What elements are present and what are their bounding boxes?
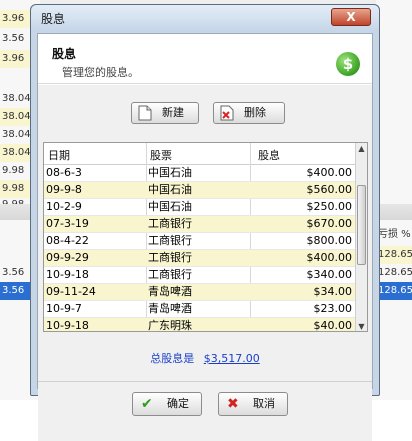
- cell-stock: 工商银行: [148, 268, 192, 281]
- cancel-button-label: 取消: [253, 397, 275, 410]
- cancel-button[interactable]: ✖ 取消: [218, 392, 288, 416]
- cell-dividend: $40.00: [313, 319, 353, 332]
- cell-date: 09-9-29: [46, 251, 89, 264]
- cell-dividend: $34.00: [313, 285, 353, 298]
- table-row[interactable]: 08-6-3 中国石油 $400.00: [44, 165, 357, 182]
- total-value-link[interactable]: $3,517.00: [204, 352, 260, 365]
- cancel-x-icon: ✖: [227, 396, 239, 412]
- dialog-title: 股息: [41, 12, 66, 26]
- cell-date: 09-9-8: [46, 183, 82, 196]
- cell-dividend: $670.00: [306, 217, 353, 230]
- column-header-dividend[interactable]: 股息: [258, 147, 280, 163]
- delete-button-label: 删除: [244, 106, 266, 119]
- new-document-icon: [138, 105, 152, 121]
- table-row[interactable]: 10-2-9 中国石油 $250.00: [44, 199, 357, 216]
- column-header-stock[interactable]: 股票: [150, 147, 172, 163]
- cell-date: 10-2-9: [46, 200, 82, 213]
- bg-header-cell: 亏损 %: [378, 229, 411, 240]
- header-title: 股息: [52, 47, 77, 61]
- cell-dividend: $23.00: [313, 302, 353, 315]
- total-dividend: 总股息是 $3,517.00: [38, 350, 372, 366]
- new-button-label: 新建: [162, 106, 184, 119]
- cell-date: 07-3-19: [46, 217, 89, 230]
- cell-stock: 青岛啤酒: [148, 302, 192, 315]
- cell-stock: 中国石油: [148, 183, 192, 196]
- table-row[interactable]: 09-11-24 青岛啤酒 $34.00: [44, 284, 357, 301]
- cell-date: 10-9-18: [46, 268, 89, 281]
- cell-stock: 工商银行: [148, 251, 192, 264]
- cell-date: 08-6-3: [46, 166, 82, 179]
- ok-button-label: 确定: [167, 397, 189, 410]
- cell-dividend: $400.00: [306, 251, 353, 264]
- table-row[interactable]: 09-9-8 中国石油 $560.00: [44, 182, 357, 199]
- background-right-column: 亏损 % 128.65 128.65 128.65: [376, 0, 412, 400]
- table-body: 08-6-3 中国石油 $400.00 09-9-8 中国石油 $560.00 …: [44, 165, 357, 332]
- table-row[interactable]: 07-3-19 工商银行 $670.00: [44, 216, 357, 233]
- table-row[interactable]: 10-9-18 广东明珠 $40.00: [44, 318, 357, 332]
- cell-stock: 中国石油: [148, 200, 192, 213]
- cell-date: 10-9-18: [46, 319, 89, 332]
- header-subtitle: 管理您的股息。: [62, 66, 139, 79]
- dividend-dialog: 股息 X 股息 管理您的股息。 $ 新建 删除 日期 股票 股息 08-6-3 …: [30, 4, 380, 441]
- bg-cell-selected: 128.65: [376, 282, 412, 300]
- total-label: 总股息是: [150, 352, 195, 365]
- table-row[interactable]: 10-9-7 青岛啤酒 $23.00: [44, 301, 357, 318]
- dialog-client-area: 股息 管理您的股息。 $ 新建 删除 日期 股票 股息 08-6-3 中国石油 …: [37, 33, 373, 441]
- bg-cell: 128.65: [378, 267, 412, 278]
- cell-stock: 广东明珠: [148, 319, 192, 332]
- new-button[interactable]: 新建: [131, 102, 199, 124]
- cell-date: 10-9-7: [46, 302, 82, 315]
- table-row[interactable]: 08-4-22 工商银行 $800.00: [44, 233, 357, 250]
- dialog-titlebar[interactable]: 股息 X: [31, 5, 379, 31]
- cell-stock: 工商银行: [148, 217, 192, 230]
- cell-stock: 中国石油: [148, 166, 192, 179]
- dialog-footer: ✔ 确定 ✖ 取消: [38, 381, 372, 441]
- cell-dividend: $250.00: [306, 200, 353, 213]
- cell-dividend: $400.00: [306, 166, 353, 179]
- table-scrollbar[interactable]: ▲ ▼: [355, 143, 367, 331]
- cell-date: 09-11-24: [46, 285, 96, 298]
- cell-date: 08-4-22: [46, 234, 89, 247]
- column-header-date[interactable]: 日期: [48, 147, 70, 163]
- dollar-icon: $: [336, 52, 360, 76]
- cell-stock: 工商银行: [148, 234, 192, 247]
- dialog-header: 股息 管理您的股息。 $: [38, 34, 372, 84]
- cell-dividend: $340.00: [306, 268, 353, 281]
- dialog-body: 新建 删除 日期 股票 股息 08-6-3 中国石油 $400.00 09-9-…: [38, 85, 372, 441]
- bg-cell: 128.65: [376, 246, 412, 264]
- close-button[interactable]: X: [331, 8, 371, 26]
- scroll-up-arrow-icon[interactable]: ▲: [356, 143, 367, 155]
- scroll-down-arrow-icon[interactable]: ▼: [356, 321, 367, 331]
- table-header: 日期 股票 股息: [44, 143, 357, 165]
- dividend-table[interactable]: 日期 股票 股息 08-6-3 中国石油 $400.00 09-9-8 中国石油: [43, 142, 368, 332]
- ok-button[interactable]: ✔ 确定: [132, 392, 202, 416]
- checkmark-icon: ✔: [141, 396, 153, 412]
- cell-dividend: $560.00: [306, 183, 353, 196]
- table-row[interactable]: 10-9-18 工商银行 $340.00: [44, 267, 357, 284]
- scrollbar-thumb[interactable]: [357, 185, 366, 265]
- cell-dividend: $800.00: [306, 234, 353, 247]
- table-row[interactable]: 09-9-29 工商银行 $400.00: [44, 250, 357, 267]
- delete-button[interactable]: 删除: [213, 102, 285, 124]
- delete-icon: [220, 105, 234, 121]
- cell-stock: 青岛啤酒: [148, 285, 192, 298]
